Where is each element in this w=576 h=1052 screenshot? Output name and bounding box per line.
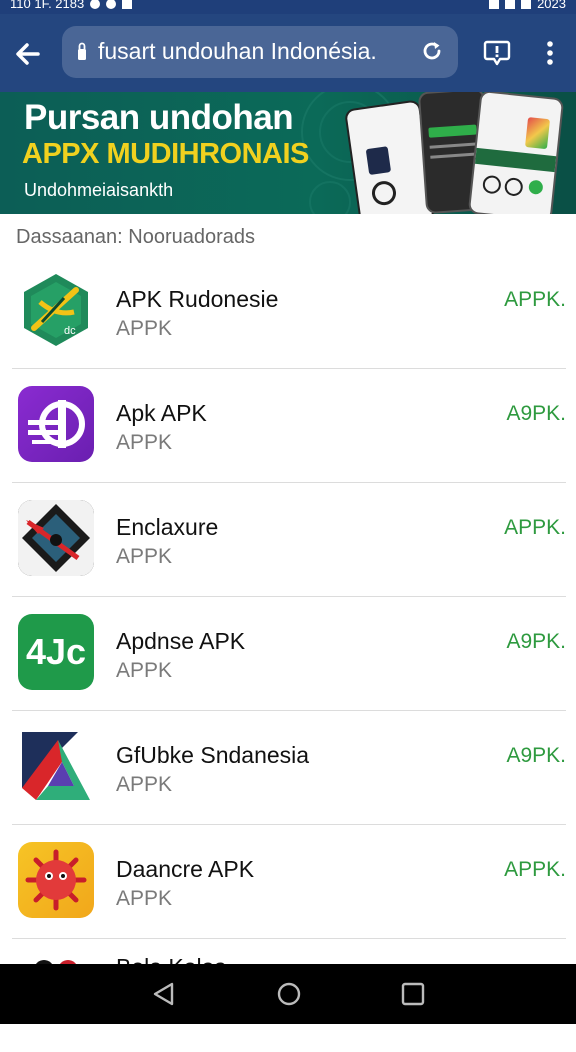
crossbow-app-icon[interactable]: dc	[18, 272, 94, 348]
list-item[interactable]: 4Jc Apdnse APK APPK A9PK.	[12, 600, 566, 711]
app-subtitle: APPK	[116, 317, 173, 340]
app-name: APK Rudonesie	[116, 286, 279, 312]
browser-toolbar: fusart undouhan Indonésia.	[0, 14, 576, 92]
purple-cross-app-icon[interactable]	[18, 386, 94, 462]
phone-mockup	[467, 92, 565, 214]
app-subtitle: APPK	[116, 545, 173, 568]
app-name: Apdnse APK	[116, 628, 246, 654]
status-right-text: 2023	[537, 0, 566, 11]
nav-back-icon[interactable]	[150, 980, 178, 1008]
lock-icon	[78, 42, 86, 60]
signal-icon	[505, 0, 516, 9]
banner-subtitle: APPX MUDIHRONAIS	[22, 138, 309, 170]
svg-text:4Jc: 4Jc	[26, 631, 86, 672]
download-link[interactable]: APPK.	[504, 288, 566, 312]
app-subtitle: APPK	[116, 887, 173, 910]
app-name: Daancre APK	[116, 856, 255, 882]
notification-icon	[122, 0, 133, 9]
feedback-icon[interactable]	[482, 38, 512, 68]
4jc-app-icon[interactable]: 4Jc	[18, 614, 94, 690]
notification-icon	[106, 0, 117, 9]
system-nav-bar	[0, 964, 576, 1024]
list-item[interactable]: GfUbke Sndanesia APPK A9PK.	[12, 714, 566, 825]
status-time: 110 1F. 2183	[10, 0, 85, 11]
status-bar: 110 1F. 2183 2023	[0, 0, 576, 14]
reload-icon[interactable]	[420, 39, 444, 63]
svg-text:dc: dc	[64, 325, 76, 337]
more-vert-icon[interactable]	[538, 38, 562, 68]
back-arrow-icon	[16, 43, 40, 65]
compass-app-icon[interactable]	[18, 500, 94, 576]
triangle-app-icon[interactable]	[18, 728, 94, 804]
app-name: Enclaxure	[116, 514, 219, 540]
url-text[interactable]: fusart undouhan Indonésia.	[98, 38, 377, 65]
download-link[interactable]: A9PK.	[506, 402, 566, 426]
download-link[interactable]: APPK.	[504, 858, 566, 882]
list-item[interactable]: Enclaxure APPK APPK.	[12, 486, 566, 597]
download-link[interactable]: A9PK.	[506, 630, 566, 654]
section-label: Dassaanan: Nooruadorads	[16, 226, 256, 248]
app-subtitle: APPK	[116, 659, 173, 682]
notification-icon	[90, 0, 101, 9]
banner-caption: Undohmeiaisankth	[24, 180, 174, 200]
back-button[interactable]	[10, 36, 46, 72]
battery-icon	[521, 0, 532, 9]
app-name: GfUbke Sndanesia	[116, 742, 310, 768]
nav-recents-icon[interactable]	[399, 980, 427, 1008]
app-name: Apk APK	[116, 400, 207, 426]
download-link[interactable]: A9PK.	[506, 744, 566, 768]
download-link[interactable]: APPK.	[504, 516, 566, 540]
list-item[interactable]: Apk APK APPK A9PK.	[12, 372, 566, 483]
list-item[interactable]: Daancre APK APPK APPK.	[12, 828, 566, 939]
wifi-icon	[489, 0, 500, 9]
nav-home-icon[interactable]	[275, 980, 303, 1008]
url-bar[interactable]: fusart undouhan Indonésia.	[62, 26, 458, 78]
red-virus-app-icon[interactable]	[18, 842, 94, 918]
app-subtitle: APPK	[116, 431, 173, 454]
banner-title: Pursan undohan	[24, 98, 294, 137]
promo-banner[interactable]: Pursan undohan APPX MUDIHRONAIS Undohmei…	[0, 92, 576, 214]
app-subtitle: APPK	[116, 773, 173, 796]
list-item[interactable]: dc APK Rudonesie APPK APPK.	[12, 258, 566, 369]
